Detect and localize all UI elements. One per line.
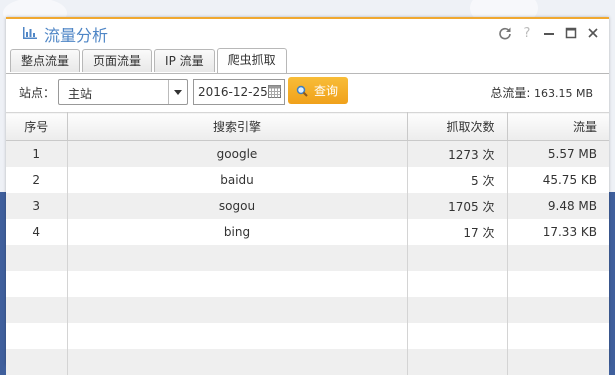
empty-row (6, 323, 609, 349)
table-row[interactable]: 1 google 1273 次 5.57 MB (6, 140, 609, 167)
cell-engine: baidu (66, 167, 408, 193)
search-icon (296, 85, 308, 97)
cell-index: 1 (6, 140, 68, 167)
cell-traffic: 5.57 MB (506, 140, 609, 167)
total-traffic-value: 163.15 MB (533, 87, 593, 100)
cell-traffic: 45.75 KB (506, 167, 609, 193)
cell-index: 4 (6, 219, 68, 245)
close-icon[interactable] (583, 24, 603, 42)
table-header-row: 序号 搜索引擎 抓取次数 流量 (6, 112, 609, 141)
total-traffic-label: 总流量: (490, 86, 531, 100)
cell-traffic: 17.33 KB (506, 219, 609, 245)
date-input[interactable]: 2016-12-25 (193, 79, 285, 105)
tab-crawler-fetch[interactable]: 爬虫抓取 (216, 48, 287, 73)
query-button-label: 查询 (314, 84, 339, 98)
help-icon[interactable]: ? (517, 24, 537, 42)
minimize-icon[interactable] (539, 24, 559, 42)
column-header-traffic[interactable]: 流量 (506, 112, 609, 141)
refresh-icon[interactable] (495, 24, 515, 42)
cell-traffic: 9.48 MB (506, 193, 609, 219)
tab-ip-traffic[interactable]: IP 流量 (154, 49, 215, 72)
column-header-index[interactable]: 序号 (6, 112, 68, 141)
site-select-value: 主站 (68, 87, 93, 101)
cell-engine: sogou (66, 193, 408, 219)
column-header-engine[interactable]: 搜索引擎 (66, 112, 408, 141)
cell-count: 17 次 (406, 219, 508, 245)
window-controls: ? (495, 24, 603, 42)
empty-row (6, 349, 609, 375)
table-row[interactable]: 4 bing 17 次 17.33 KB (6, 219, 609, 245)
empty-row (6, 297, 609, 323)
empty-row (6, 271, 609, 297)
tab-hourly-traffic[interactable]: 整点流量 (10, 49, 81, 72)
bar-chart-icon (23, 27, 37, 39)
toolbar: 站点： 主站 2016-12-25 查询 总流量: 163.15 MB (6, 77, 609, 107)
calendar-icon[interactable] (268, 85, 281, 98)
table-row[interactable]: 2 baidu 5 次 45.75 KB (6, 167, 609, 193)
traffic-analysis-window: 流量分析 ? 整点流量 页面流量 IP 流量 爬虫抓取 站点： 主站 2016-… (6, 17, 609, 375)
site-select[interactable]: 主站 (58, 79, 188, 105)
table-row[interactable]: 3 sogou 1705 次 9.48 MB (6, 193, 609, 219)
site-label: 站点： (19, 86, 56, 100)
maximize-icon[interactable] (561, 24, 581, 42)
date-input-value: 2016-12-25 (198, 85, 268, 99)
column-header-count[interactable]: 抓取次数 (406, 112, 508, 141)
tab-page-traffic[interactable]: 页面流量 (82, 49, 153, 72)
total-traffic: 总流量: 163.15 MB (490, 84, 593, 101)
cell-count: 5 次 (406, 167, 508, 193)
cell-count: 1273 次 (406, 140, 508, 167)
cell-index: 2 (6, 167, 68, 193)
query-button[interactable]: 查询 (288, 77, 348, 104)
crawler-table: 序号 搜索引擎 抓取次数 流量 1 google 1273 次 5.57 MB … (6, 112, 609, 375)
empty-row (6, 245, 609, 271)
window-title: 流量分析 (44, 26, 109, 45)
title-bar[interactable]: 流量分析 ? (6, 19, 609, 47)
chevron-down-icon[interactable] (168, 80, 187, 104)
tab-bar: 整点流量 页面流量 IP 流量 爬虫抓取 (10, 48, 289, 73)
cell-count: 1705 次 (406, 193, 508, 219)
cell-index: 3 (6, 193, 68, 219)
cell-engine: bing (66, 219, 408, 245)
tab-divider (6, 73, 609, 74)
cell-engine: google (66, 140, 408, 167)
